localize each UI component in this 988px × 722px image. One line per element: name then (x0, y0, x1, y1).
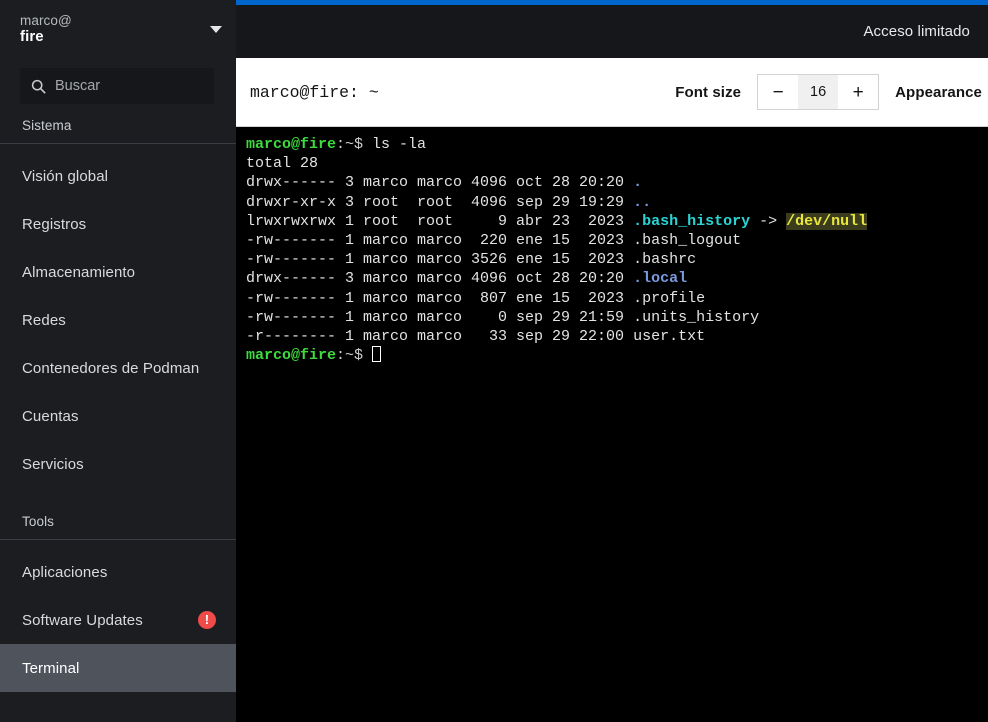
terminal-prompt-tail: :~$ (336, 347, 373, 365)
sidebar-item-label: Terminal (22, 659, 80, 677)
terminal-row-name: user.txt (633, 328, 706, 346)
sidebar-navigation: Sistema Visión global Registros Almacena… (0, 118, 236, 722)
main-content: Acceso limitado marco@fire: ~ Font size … (236, 0, 988, 722)
font-size-stepper: − 16 + (757, 74, 880, 110)
terminal-total-line: total 28 (246, 155, 319, 173)
terminal-listing-row: -rw------- 1 marco marco 220 ene 15 2023… (246, 231, 988, 250)
terminal-row-name: .bash_logout (633, 232, 742, 250)
terminal-prompt-user: marco@fire (246, 136, 337, 153)
terminal-row-meta: -rw------- 1 marco marco 220 ene 15 2023 (246, 232, 634, 250)
terminal-row-meta: drwx------ 3 marco marco 4096 oct 28 20:… (246, 270, 634, 288)
terminal-output[interactable]: marco@fire:~$ ls -la total 28 drwx------ 3… (236, 127, 988, 722)
terminal-title: marco@fire: ~ (250, 82, 379, 102)
sidebar-item-registros[interactable]: Registros (0, 200, 236, 248)
alert-exclamation-icon: ! (198, 611, 216, 629)
terminal-row-name: .bashrc (633, 251, 697, 269)
font-size-increase-button[interactable]: + (838, 75, 879, 109)
terminal-row-name: .local (633, 270, 688, 288)
terminal-command: ls -la (372, 136, 427, 153)
sidebar-item-label: Servicios (22, 455, 84, 473)
terminal-row-meta: drwx------ 3 marco marco 4096 oct 28 20:… (246, 174, 634, 192)
terminal-symlink-arrow: -> (750, 212, 787, 230)
terminal-listing-row: drwx------ 3 marco marco 4096 oct 28 20:… (246, 269, 988, 288)
terminal-row-name: .. (633, 193, 652, 211)
sidebar-item-label: Visión global (22, 167, 109, 185)
sidebar-item-label: Contenedores de Podman (22, 359, 200, 377)
sidebar: marco@ fire Sistema Visión glo (0, 0, 236, 722)
terminal-command-line: marco@fire:~$ ls -la (246, 135, 988, 154)
sidebar-item-label: Registros (22, 215, 87, 233)
host-user-label: marco@ (20, 12, 72, 28)
search-input[interactable] (55, 78, 203, 94)
terminal-active-prompt-line: marco@fire:~$ (246, 346, 988, 365)
terminal-row-name: .units_history (633, 308, 760, 326)
sidebar-item-servicios[interactable]: Servicios (0, 440, 236, 488)
host-machine-label: fire (20, 28, 44, 46)
sidebar-item-label: Almacenamiento (22, 263, 136, 281)
sidebar-item-software-updates[interactable]: Software Updates ! (0, 596, 236, 644)
appearance-button[interactable]: Appearance (895, 84, 988, 101)
sidebar-item-vision-global[interactable]: Visión global (0, 152, 236, 200)
sidebar-item-label: Cuentas (22, 407, 79, 425)
search-icon (31, 79, 46, 94)
terminal-prompt-user: marco@fire (246, 347, 337, 365)
terminal-cursor (372, 346, 382, 363)
terminal-row-meta: -rw------- 1 marco marco 0 sep 29 21:59 (246, 308, 634, 326)
sidebar-section-title-sistema: Sistema (22, 118, 72, 133)
terminal-symlink-target: /dev/null (786, 212, 868, 230)
font-size-label: Font size (675, 83, 742, 101)
terminal-listing-row: -rw------- 1 marco marco 0 sep 29 21:59 … (246, 308, 988, 327)
sidebar-item-label: Redes (22, 311, 66, 329)
sidebar-divider (0, 143, 236, 144)
limited-access-button[interactable]: Acceso limitado (863, 23, 970, 40)
terminal-row-meta: -rw------- 1 marco marco 3526 ene 15 202… (246, 251, 634, 269)
terminal-row-meta: -r-------- 1 marco marco 33 sep 29 22:00 (246, 328, 634, 346)
sidebar-item-terminal[interactable]: Terminal (0, 644, 236, 692)
font-size-decrease-button[interactable]: − (758, 75, 799, 109)
terminal-prompt-tail: :~$ (336, 136, 373, 153)
sidebar-item-contenedores-de-podman[interactable]: Contenedores de Podman (0, 344, 236, 392)
sidebar-item-aplicaciones[interactable]: Aplicaciones (0, 548, 236, 596)
terminal-listing-row: drwx------ 3 marco marco 4096 oct 28 20:… (246, 173, 988, 192)
sidebar-item-almacenamiento[interactable]: Almacenamiento (0, 248, 236, 296)
terminal-toolbar: marco@fire: ~ Font size − 16 + Appearanc… (236, 58, 988, 127)
toolbar-controls: Font size − 16 + Appearance (675, 74, 988, 110)
terminal-row-name: . (633, 174, 643, 192)
sidebar-section-gap (0, 488, 236, 514)
terminal-listing-row: -rw------- 1 marco marco 807 ene 15 2023… (246, 289, 988, 308)
terminal-listing-row: -r-------- 1 marco marco 33 sep 29 22:00… (246, 327, 988, 346)
terminal-listing-row: drwxr-xr-x 3 root root 4096 sep 29 19:29… (246, 193, 988, 212)
terminal-row-meta: drwxr-xr-x 3 root root 4096 sep 29 19:29 (246, 193, 634, 211)
search-box[interactable] (20, 68, 214, 104)
search-container (0, 58, 236, 118)
cockpit-terminal-page: marco@ fire Sistema Visión glo (0, 0, 988, 722)
terminal-row-name: .bash_history (633, 212, 751, 230)
sidebar-item-cuentas[interactable]: Cuentas (0, 392, 236, 440)
sidebar-item-label: Software Updates (22, 611, 143, 629)
host-switcher-labels: marco@ fire (20, 13, 72, 46)
host-switcher[interactable]: marco@ fire (0, 0, 236, 58)
font-size-value[interactable]: 16 (798, 75, 839, 109)
terminal-row-name: .profile (633, 289, 706, 307)
sidebar-item-redes[interactable]: Redes (0, 296, 236, 344)
terminal-row-meta: -rw------- 1 marco marco 807 ene 15 2023 (246, 289, 634, 307)
page-header-bar: Acceso limitado (236, 5, 988, 58)
terminal-row-meta: lrwxrwxrwx 1 root root 9 abr 23 2023 (246, 212, 634, 230)
terminal-listing-row: lrwxrwxrwx 1 root root 9 abr 23 2023 .ba… (246, 212, 988, 231)
sidebar-item-label: Aplicaciones (22, 563, 108, 581)
sidebar-divider (0, 539, 236, 540)
sidebar-section-title-tools: Tools (22, 514, 55, 529)
terminal-listing-row: -rw------- 1 marco marco 3526 ene 15 202… (246, 250, 988, 269)
chevron-down-icon (210, 25, 222, 33)
